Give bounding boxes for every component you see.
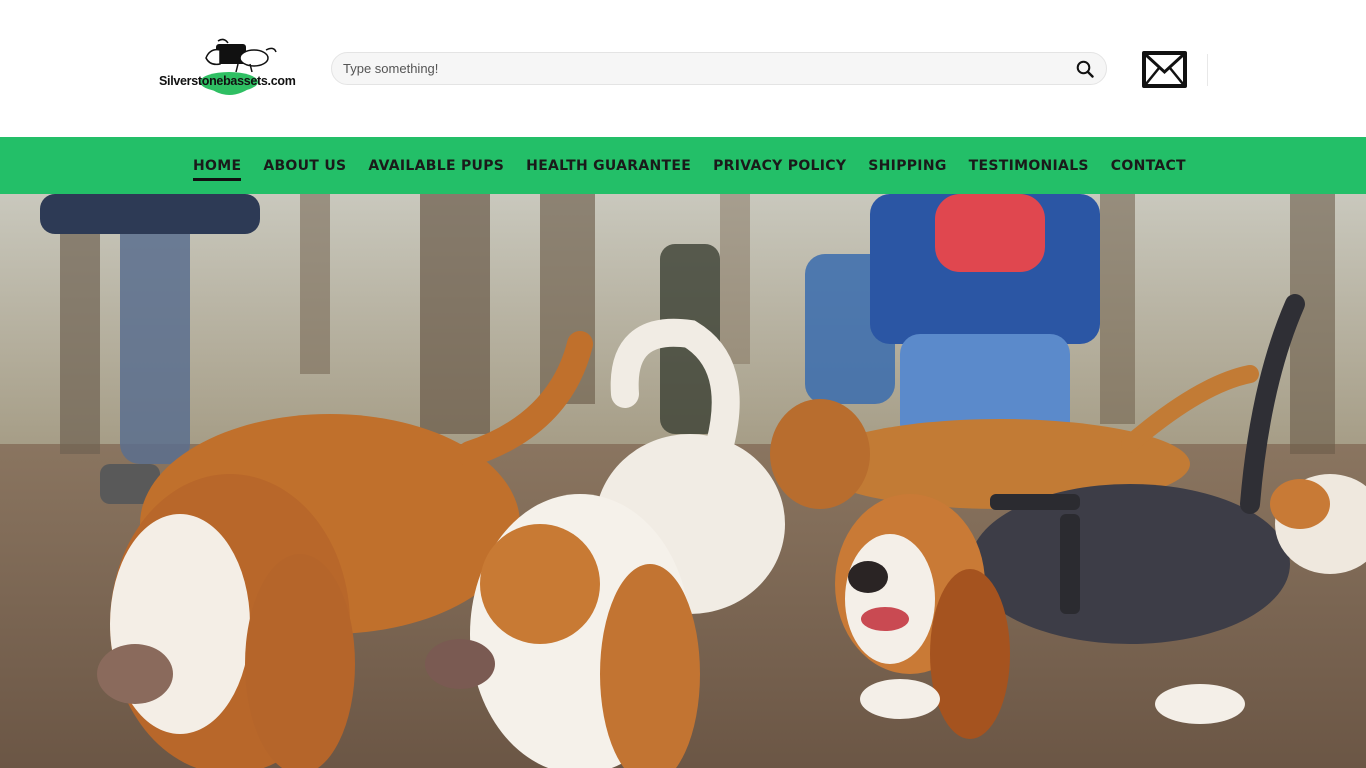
main-navigation: HOME ABOUT US AVAILABLE PUPS HEALTH GUAR…	[0, 137, 1366, 194]
nav-item-label: AVAILABLE PUPS	[368, 157, 505, 174]
nav-item-label: ABOUT US	[263, 157, 347, 174]
nav-item-available-pups[interactable]: AVAILABLE PUPS	[368, 137, 504, 194]
search-icon	[1076, 60, 1094, 78]
nav-item-home[interactable]: HOME	[193, 137, 242, 194]
hero-image	[0, 194, 1366, 768]
search-button[interactable]	[1074, 58, 1096, 80]
header-divider	[1207, 54, 1208, 86]
nav-item-label: SHIPPING	[868, 157, 947, 174]
search-bar	[331, 52, 1107, 85]
contact-mail-button[interactable]	[1142, 51, 1187, 88]
search-input[interactable]	[332, 53, 1062, 84]
site-logo[interactable]: Silverstonebassets.com	[158, 38, 303, 98]
site-header: Silverstonebassets.com	[0, 0, 1366, 137]
basset-hounds-walking-photo	[0, 194, 1366, 768]
nav-item-health-guarantee[interactable]: HEALTH GUARANTEE	[526, 137, 691, 194]
logo-text: Silverstonebassets.com	[159, 74, 296, 88]
nav-item-label: HOME	[193, 157, 242, 174]
nav-item-label: PRIVACY POLICY	[713, 157, 847, 174]
nav-item-shipping[interactable]: SHIPPING	[868, 137, 946, 194]
nav-menu: HOME ABOUT US AVAILABLE PUPS HEALTH GUAR…	[193, 137, 1208, 194]
nav-item-label: CONTACT	[1110, 157, 1186, 174]
nav-item-testimonials[interactable]: TESTIMONIALS	[969, 137, 1089, 194]
envelope-icon	[1142, 51, 1187, 88]
nav-item-contact[interactable]: CONTACT	[1111, 137, 1186, 194]
basset-dog-logo-icon	[200, 38, 277, 95]
nav-item-privacy-policy[interactable]: PRIVACY POLICY	[713, 137, 846, 194]
nav-item-about-us[interactable]: ABOUT US	[263, 137, 346, 194]
nav-item-label: HEALTH GUARANTEE	[526, 157, 692, 174]
nav-item-label: TESTIMONIALS	[968, 157, 1089, 174]
